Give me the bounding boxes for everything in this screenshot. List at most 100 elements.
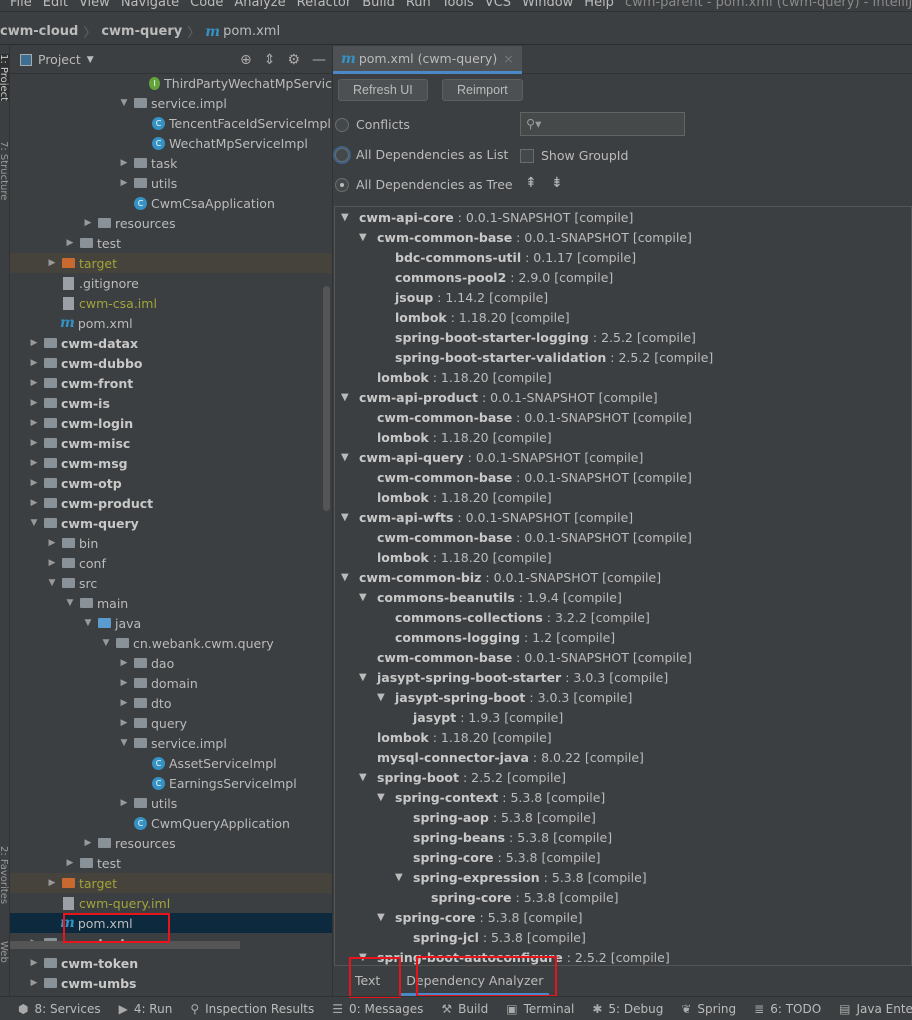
expanded-arrow-icon[interactable]: ▼: [341, 572, 359, 583]
tree-radio[interactable]: All Dependencies as Tree: [335, 177, 513, 192]
toolbar-debug[interactable]: ✱ 5: Debug: [592, 1002, 663, 1016]
collapsed-arrow-icon[interactable]: ▶: [116, 178, 132, 188]
tree-item[interactable]: ▼ cwm-query: [10, 513, 332, 533]
collapsed-arrow-icon[interactable]: ▶: [116, 698, 132, 708]
dependency-node[interactable]: jsoup : 1.14.2 [compile]: [377, 287, 548, 307]
tree-item[interactable]: cwm-csa.iml: [10, 293, 332, 313]
tab-pom-xml[interactable]: m pom.xml (cwm-query) ×: [333, 46, 522, 74]
search-input[interactable]: ⚲▾: [520, 112, 685, 136]
dependency-node[interactable]: lombok : 1.18.20 [compile]: [359, 427, 552, 447]
tree-item[interactable]: I ThirdPartyWechatMpServic: [10, 73, 332, 93]
expanded-arrow-icon[interactable]: ▼: [44, 578, 60, 588]
menu-window[interactable]: Window: [522, 0, 573, 10]
collapsed-arrow-icon[interactable]: ▶: [116, 678, 132, 688]
expanded-arrow-icon[interactable]: ▼: [359, 952, 377, 963]
tree-item[interactable]: ▶ utils: [10, 793, 332, 813]
dependency-node[interactable]: spring-jcl : 5.3.8 [compile]: [395, 927, 586, 947]
toolbar-services[interactable]: ⬢ 8: Services: [18, 1002, 101, 1016]
expand-all-icon[interactable]: ⇞: [525, 175, 537, 191]
menu-build[interactable]: Build: [362, 0, 395, 10]
project-view-selector[interactable]: Project: [38, 52, 81, 67]
project-tool-button[interactable]: 1: Project: [0, 54, 9, 102]
tree-item[interactable]: ▶ conf: [10, 553, 332, 573]
tree-item[interactable]: ▶ query: [10, 713, 332, 733]
expanded-arrow-icon[interactable]: ▼: [341, 212, 359, 223]
breadcrumb-item[interactable]: pom.xml: [223, 24, 280, 39]
collapsed-arrow-icon[interactable]: ▶: [80, 838, 96, 848]
dependency-node[interactable]: ▼ cwm-api-wfts : 0.0.1-SNAPSHOT [compile]: [341, 507, 633, 527]
expanded-arrow-icon[interactable]: ▼: [26, 518, 42, 528]
dependency-node[interactable]: ▼ cwm-common-base : 0.0.1-SNAPSHOT [compil…: [359, 227, 692, 247]
tree-item[interactable]: ▶ dao: [10, 653, 332, 673]
dependency-node[interactable]: ▼ cwm-api-core : 0.0.1-SNAPSHOT [compile]: [341, 207, 633, 227]
expanded-arrow-icon[interactable]: ▼: [341, 512, 359, 523]
dependency-node[interactable]: cwm-common-base : 0.0.1-SNAPSHOT [compile…: [359, 527, 692, 547]
dependency-node[interactable]: ▼ spring-boot : 2.5.2 [compile]: [359, 767, 566, 787]
tree-item[interactable]: ▶ resources: [10, 213, 332, 233]
collapsed-arrow-icon[interactable]: ▶: [116, 158, 132, 168]
horizontal-scrollbar[interactable]: [10, 941, 240, 949]
tree-item[interactable]: ▶ cwm-front: [10, 373, 332, 393]
tree-item[interactable]: ▶ cwm-login: [10, 413, 332, 433]
menu-refactor[interactable]: Refactor: [297, 0, 352, 10]
dependency-node[interactable]: ▼ cwm-api-product : 0.0.1-SNAPSHOT [compil…: [341, 387, 658, 407]
expanded-arrow-icon[interactable]: ▼: [359, 772, 377, 783]
collapsed-arrow-icon[interactable]: ▶: [26, 498, 42, 508]
tree-item[interactable]: C AssetServiceImpl: [10, 753, 332, 773]
dependency-node[interactable]: ▼ spring-boot-autoconfigure : 2.5.2 [compi…: [359, 947, 670, 965]
dependency-node[interactable]: spring-boot-starter-logging : 2.5.2 [comp…: [377, 327, 696, 347]
collapsed-arrow-icon[interactable]: ▶: [116, 798, 132, 808]
toolbar-java-enterprise[interactable]: ▤ Java Enterprise: [839, 1002, 912, 1016]
collapsed-arrow-icon[interactable]: ▶: [44, 558, 60, 568]
collapsed-arrow-icon[interactable]: ▶: [44, 878, 60, 888]
tree-item[interactable]: C EarningsServiceImpl: [10, 773, 332, 793]
tab-dependency-analyzer[interactable]: Dependency Analyzer: [400, 966, 550, 996]
tree-item[interactable]: ▶ task: [10, 153, 332, 173]
tree-item[interactable]: ▶ cwm-dubbo: [10, 353, 332, 373]
collapsed-arrow-icon[interactable]: ▶: [44, 258, 60, 268]
tree-item[interactable]: ▼ service.impl: [10, 93, 332, 113]
expanded-arrow-icon[interactable]: ▼: [359, 232, 377, 243]
structure-tool-button[interactable]: 7: Structure: [0, 141, 9, 200]
vertical-scrollbar[interactable]: [323, 286, 330, 511]
tree-item[interactable]: ▶ resources: [10, 833, 332, 853]
dependency-node[interactable]: lombok : 1.18.20 [compile]: [377, 307, 570, 327]
dependency-node[interactable]: spring-boot-starter-validation : 2.5.2 [c…: [377, 347, 713, 367]
expanded-arrow-icon[interactable]: ▼: [377, 792, 395, 803]
tree-item[interactable]: C WechatMpServiceImpl: [10, 133, 332, 153]
collapse-all-icon[interactable]: ⇟: [551, 175, 563, 191]
dependency-node[interactable]: ▼ jasypt-spring-boot : 3.0.3 [compile]: [377, 687, 632, 707]
tree-item[interactable]: C CwmCsaApplication: [10, 193, 332, 213]
expanded-arrow-icon[interactable]: ▼: [377, 692, 395, 703]
menu-tools[interactable]: Tools: [442, 0, 474, 10]
collapsed-arrow-icon[interactable]: ▶: [26, 478, 42, 488]
toolbar-build[interactable]: ⚒ Build: [441, 1002, 488, 1016]
dependency-node[interactable]: ▼ cwm-common-biz : 0.0.1-SNAPSHOT [compile…: [341, 567, 661, 587]
tree-item[interactable]: ▼ main: [10, 593, 332, 613]
menu-vcs[interactable]: VCS: [485, 0, 511, 10]
collapsed-arrow-icon[interactable]: ▶: [26, 358, 42, 368]
tree-item[interactable]: ▶ test: [10, 233, 332, 253]
dependency-node[interactable]: ▼ spring-context : 5.3.8 [compile]: [377, 787, 605, 807]
tree-item[interactable]: .gitignore: [10, 273, 332, 293]
tree-item[interactable]: ▼ cn.webank.cwm.query: [10, 633, 332, 653]
toolbar-inspection[interactable]: ⚲ Inspection Results: [190, 1002, 314, 1016]
collapsed-arrow-icon[interactable]: ▶: [26, 958, 42, 968]
dependency-node[interactable]: cwm-common-base : 0.0.1-SNAPSHOT [compile…: [359, 407, 692, 427]
collapsed-arrow-icon[interactable]: ▶: [26, 978, 42, 988]
collapsed-arrow-icon[interactable]: ▶: [26, 378, 42, 388]
collapsed-arrow-icon[interactable]: ▶: [116, 718, 132, 728]
dependency-node[interactable]: lombok : 1.18.20 [compile]: [359, 547, 552, 567]
expanded-arrow-icon[interactable]: ▼: [359, 592, 377, 603]
menu-edit[interactable]: Edit: [43, 0, 68, 10]
tree-item[interactable]: ▶ dto: [10, 693, 332, 713]
collapsed-arrow-icon[interactable]: ▶: [116, 658, 132, 668]
dependency-node[interactable]: jasypt : 1.9.3 [compile]: [395, 707, 563, 727]
tree-item[interactable]: ▶ cwm-misc: [10, 433, 332, 453]
expanded-arrow-icon[interactable]: ▼: [341, 392, 359, 403]
dependency-node[interactable]: ▼ commons-beanutils : 1.9.4 [compile]: [359, 587, 622, 607]
toolbar-run[interactable]: ▶ 4: Run: [119, 1002, 173, 1016]
collapsed-arrow-icon[interactable]: ▶: [26, 438, 42, 448]
refresh-ui-button[interactable]: Refresh UI: [338, 79, 428, 101]
tab-text[interactable]: Text: [349, 966, 386, 996]
